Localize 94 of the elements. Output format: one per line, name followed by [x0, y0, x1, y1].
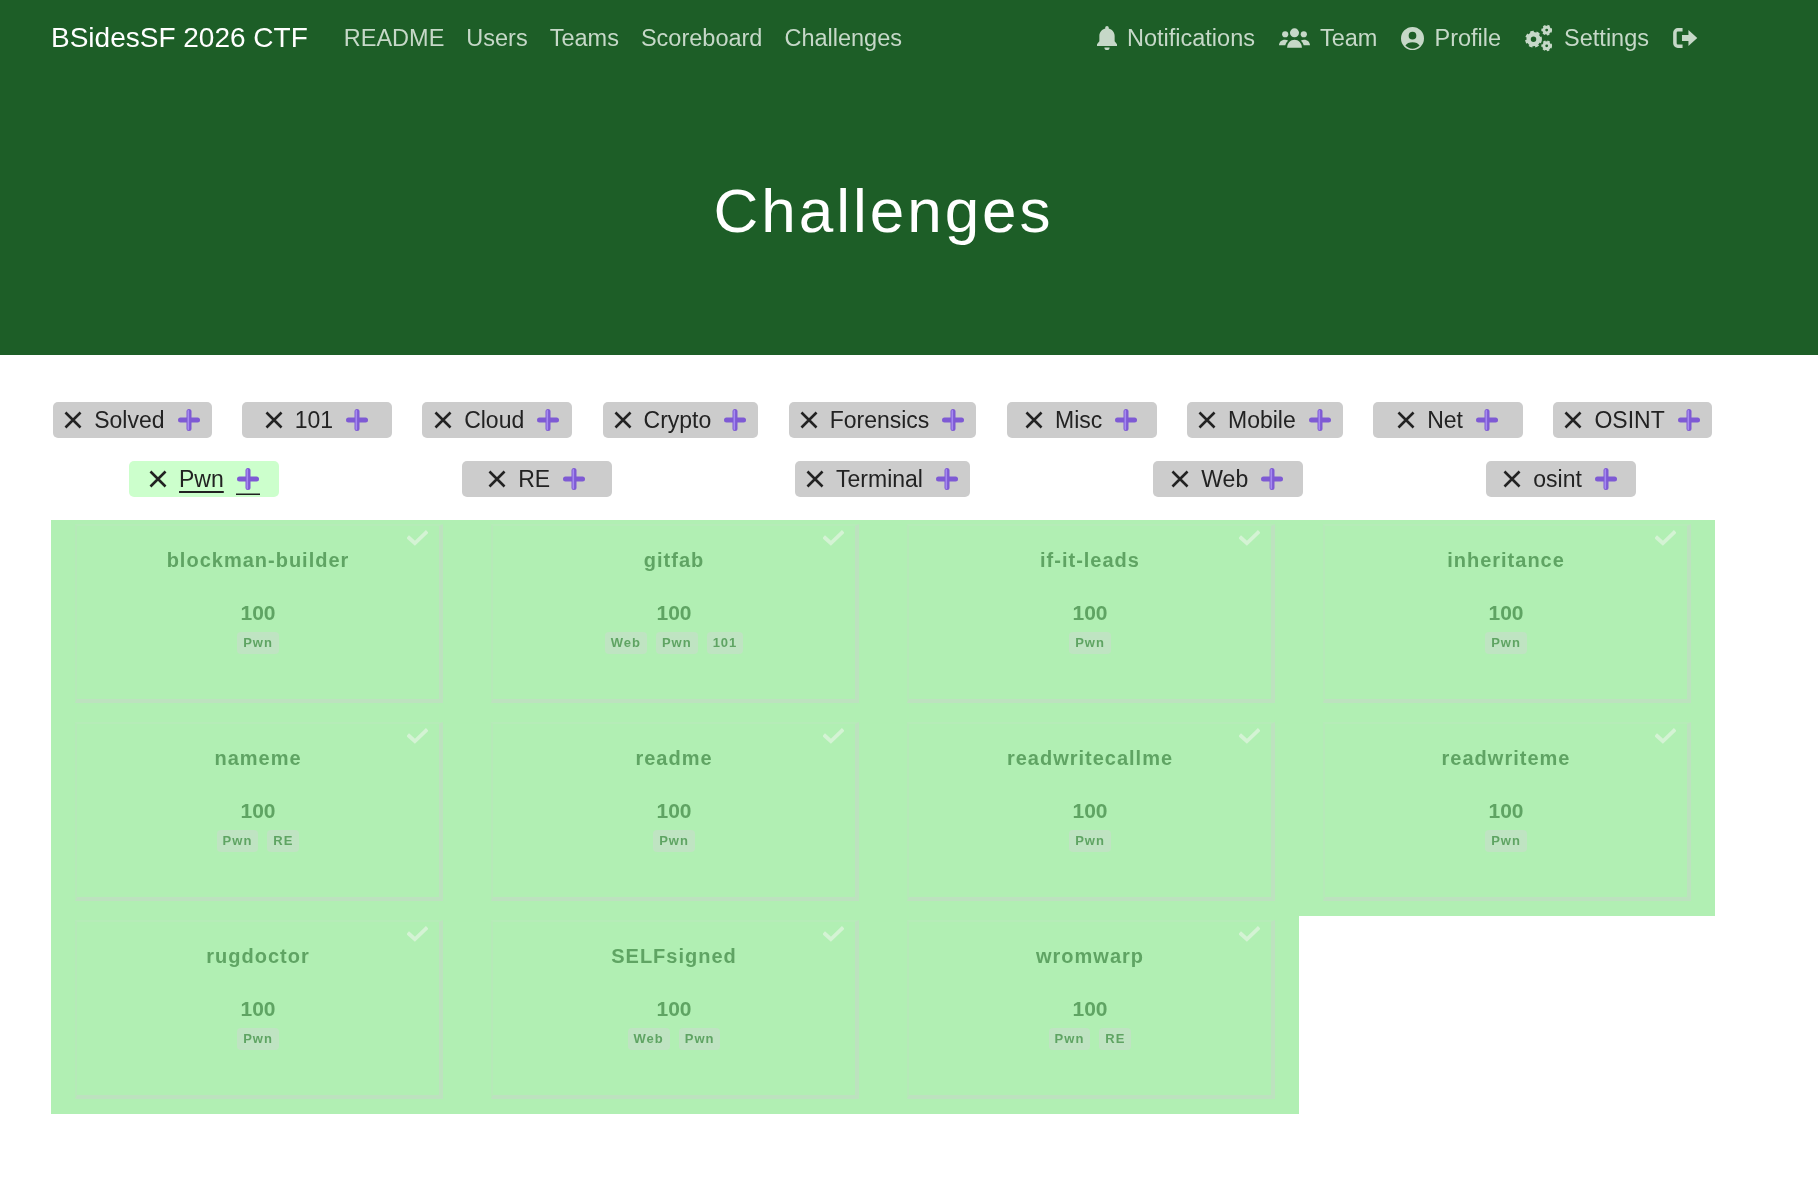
x-icon[interactable]	[799, 411, 818, 429]
check-icon	[1239, 728, 1260, 744]
challenge-title: inheritance	[1447, 548, 1565, 572]
challenge-title: blockman-builder	[166, 548, 350, 572]
filter-chip[interactable]: Terminal	[795, 461, 970, 497]
challenge-title: rugdoctor	[206, 944, 310, 968]
page-title: Challenges	[713, 175, 1054, 246]
filter-chip[interactable]: Mobile	[1187, 402, 1343, 438]
challenge-points: 100	[656, 799, 692, 823]
category-tag: Web	[627, 1028, 670, 1050]
check-icon	[1239, 530, 1260, 546]
category-tag: RE	[267, 830, 300, 852]
users-icon	[1279, 28, 1310, 48]
category-tag: Pwn	[1485, 830, 1527, 852]
category-tag: Pwn	[1069, 632, 1111, 654]
x-icon[interactable]	[1198, 411, 1216, 429]
filter-chip[interactable]: Web	[1152, 461, 1303, 497]
nav-link[interactable]: Teams	[549, 24, 619, 52]
challenge-title: readwriteme	[1441, 746, 1571, 770]
category-tag: Pwn	[1069, 830, 1111, 852]
category-tag: RE	[1099, 1028, 1132, 1050]
nav-link[interactable]: Notifications	[1097, 24, 1255, 52]
logout-link[interactable]	[1673, 28, 1698, 48]
filter-chip[interactable]: Net	[1373, 402, 1524, 438]
challenge-title: gitfab	[643, 548, 705, 572]
x-icon[interactable]	[1171, 470, 1190, 488]
logout-icon	[1673, 28, 1698, 48]
x-icon[interactable]	[488, 470, 507, 488]
check-icon	[1239, 926, 1260, 942]
category-tag: Pwn	[237, 1028, 279, 1050]
check-icon	[1655, 728, 1676, 744]
x-icon[interactable]	[434, 411, 453, 429]
category-tag: Pwn	[237, 632, 279, 654]
category-tag: Pwn	[653, 830, 695, 852]
challenge-points: 100	[656, 601, 692, 625]
check-icon	[823, 926, 844, 942]
check-icon	[823, 530, 844, 546]
category-tag: Pwn	[1485, 632, 1527, 654]
filter-chip[interactable]: 101	[241, 402, 392, 438]
challenge-title: readme	[635, 746, 713, 770]
challenge-points: 100	[1488, 799, 1524, 823]
challenge-points: 100	[1072, 997, 1108, 1021]
gears-icon	[1525, 24, 1555, 52]
challenge-points: 100	[240, 997, 276, 1021]
x-icon[interactable]	[806, 470, 825, 488]
challenge-points: 100	[240, 601, 276, 625]
challenge-title: SELFsigned	[611, 944, 737, 968]
category-tag: Pwn	[678, 1028, 721, 1050]
x-icon[interactable]	[64, 411, 83, 429]
x-icon[interactable]	[1397, 411, 1416, 429]
nav-link[interactable]: Profile	[1401, 24, 1502, 52]
check-icon	[407, 926, 428, 942]
filter-chip[interactable]: Pwn	[129, 461, 280, 497]
challenge-title: wromwarp	[1036, 944, 1144, 968]
challenge-points: 100	[240, 799, 276, 823]
filter-chip[interactable]: Forensics	[788, 402, 977, 438]
challenge-points: 100	[1488, 601, 1524, 625]
filter-chip[interactable]: Solved	[53, 402, 212, 438]
filter-chip[interactable]: OSINT	[1553, 402, 1712, 438]
x-icon[interactable]	[613, 411, 632, 429]
challenge-points: 100	[656, 997, 692, 1021]
nav-link[interactable]: Challenges	[784, 24, 902, 52]
category-tag: Pwn	[655, 632, 698, 654]
nav-link[interactable]: Settings	[1525, 24, 1649, 52]
brand-link[interactable]: BSidesSF 2026 CTF	[51, 22, 308, 54]
category-tag: 101	[706, 632, 744, 654]
check-icon	[407, 530, 428, 546]
nav-link[interactable]: Team	[1279, 24, 1378, 52]
x-icon[interactable]	[1564, 411, 1583, 429]
bell-icon	[1097, 26, 1117, 50]
nav-link[interactable]: Users	[466, 24, 528, 52]
filter-chip[interactable]: Crypto	[602, 402, 759, 438]
category-tag: Pwn	[216, 830, 259, 852]
challenge-points: 100	[1072, 601, 1108, 625]
challenge-title: if-it-leads	[1040, 548, 1140, 572]
check-icon	[1655, 530, 1676, 546]
filter-chip[interactable]: RE	[462, 461, 613, 497]
challenge-title: nameme	[214, 746, 302, 770]
x-icon[interactable]	[1503, 470, 1522, 488]
x-icon[interactable]	[1025, 411, 1044, 429]
filter-chip[interactable]: Cloud	[422, 402, 573, 438]
filter-chip[interactable]: osint	[1485, 461, 1636, 497]
check-icon	[407, 728, 428, 744]
category-tag: Web	[604, 632, 647, 654]
category-tag: Pwn	[1048, 1028, 1091, 1050]
x-icon[interactable]	[149, 470, 168, 488]
check-icon	[823, 728, 844, 744]
nav-link[interactable]: Scoreboard	[640, 24, 763, 52]
plus-icon[interactable]	[235, 467, 260, 495]
filter-chip[interactable]: Misc	[1006, 402, 1157, 438]
challenge-title: readwritecallme	[1006, 746, 1174, 770]
nav-link[interactable]: README	[343, 24, 445, 52]
challenge-points: 100	[1072, 799, 1108, 823]
x-icon[interactable]	[264, 411, 283, 429]
